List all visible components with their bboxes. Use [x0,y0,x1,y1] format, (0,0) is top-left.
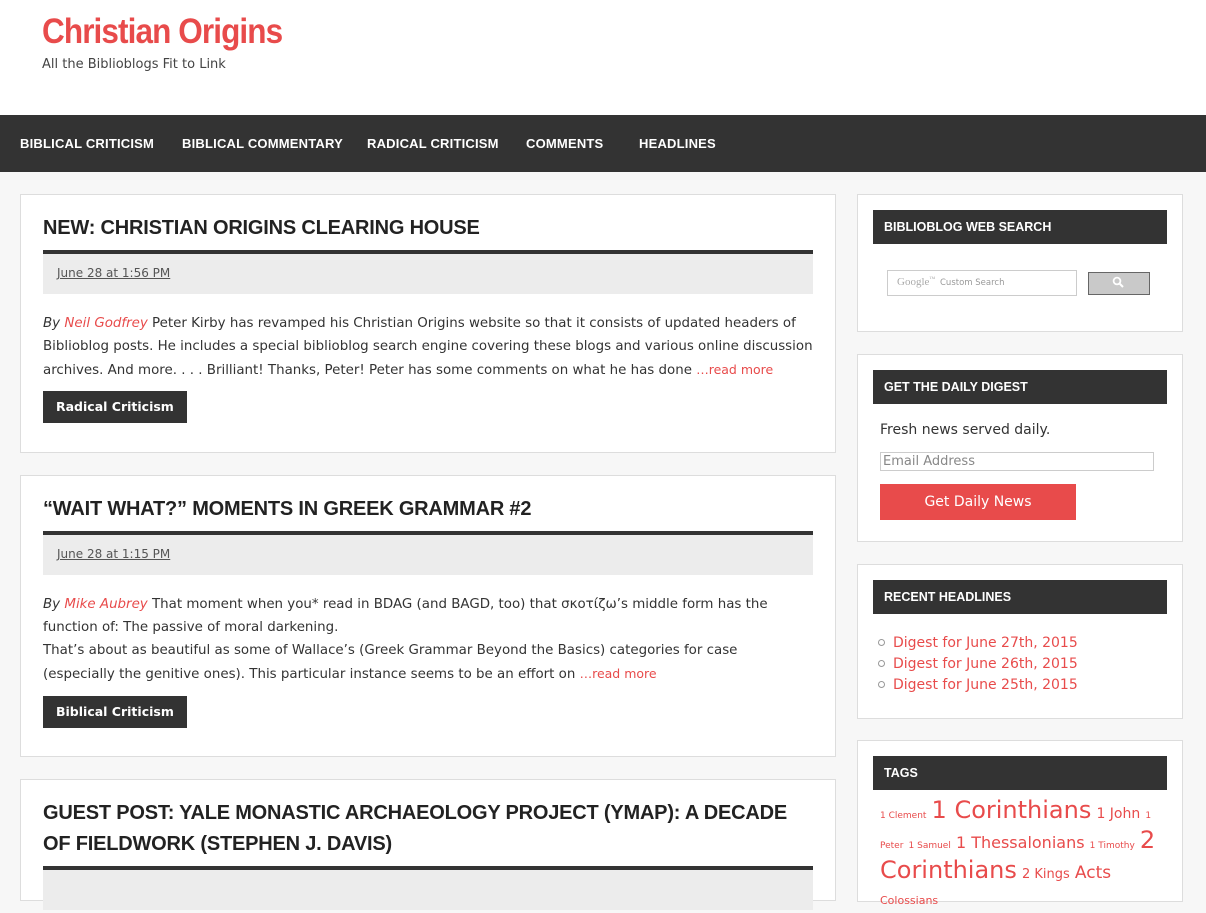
author-link[interactable]: Mike Aubrey [64,597,147,612]
nav-item-biblical-criticism[interactable]: BIBLICAL CRITICISM [20,136,154,151]
search-button[interactable] [1088,272,1150,295]
google-logo: Google™ [897,276,936,288]
tag-link[interactable]: 2 Kings [1022,867,1070,882]
bullet-icon [878,680,885,688]
main-nav: BIBLICAL CRITICISM BIBLICAL COMMENTARY R… [0,115,1206,172]
excerpt-text: That moment when you* read in BDAG (and … [43,597,768,635]
tag-link[interactable]: 1 Corinthians [932,796,1092,824]
bullet-icon [878,659,885,667]
post-date[interactable]: June 28 at 1:15 PM [57,547,170,561]
category-button[interactable]: Radical Criticism [43,391,187,423]
tag-link[interactable]: 1 Timothy [1090,841,1135,851]
email-field[interactable]: Email Address [880,452,1154,471]
nav-item-biblical-commentary[interactable]: BIBLICAL COMMENTARY [182,136,343,151]
read-more-link[interactable]: …read more [580,666,657,681]
tag-link[interactable]: Acts [1075,863,1111,883]
headline-list: Digest for June 27th, 2015 Digest for Ju… [878,633,1078,696]
author-link[interactable]: Neil Godfrey [64,316,147,331]
widget-title: BIBLIOBLOG WEB SEARCH [873,210,1167,244]
list-item[interactable]: Digest for June 26th, 2015 [878,654,1078,675]
site-title[interactable]: Christian Origins [42,12,283,52]
post-meta: June 28 at 1:56 PM [43,250,813,294]
digest-text: Fresh news served daily. [880,422,1051,438]
post-meta: June 28 at 1:15 PM [43,531,813,575]
post-excerpt: By Neil Godfrey Peter Kirby has revamped… [43,312,813,382]
post-title[interactable]: GUEST POST: YALE MONASTIC ARCHAEOLOGY PR… [43,798,813,860]
search-input[interactable]: Google™ Custom Search [887,270,1077,296]
widget-title: TAGS [873,756,1167,790]
by-label: By [43,316,61,331]
by-label: By [43,597,61,612]
headline-link[interactable]: Digest for June 25th, 2015 [893,677,1078,693]
tags-widget: TAGS 1 Clement 1 Corinthians 1 John 1 Pe… [857,740,1183,907]
digest-widget: GET THE DAILY DIGEST Fresh news served d… [857,354,1183,542]
headline-link[interactable]: Digest for June 27th, 2015 [893,635,1078,651]
post-card: GUEST POST: YALE MONASTIC ARCHAEOLOGY PR… [20,779,836,910]
widget-title: RECENT HEADLINES [873,580,1167,614]
tag-link[interactable]: Colossians [880,894,938,907]
headlines-widget: RECENT HEADLINES Digest for June 27th, 2… [857,564,1183,719]
headline-link[interactable]: Digest for June 26th, 2015 [893,656,1078,672]
nav-item-headlines[interactable]: HEADLINES [639,136,716,151]
search-icon [1112,276,1124,288]
tag-link[interactable]: 1 Clement [880,811,926,821]
post-title[interactable]: NEW: CHRISTIAN ORIGINS CLEARING HOUSE [43,213,813,244]
search-widget: BIBLIOBLOG WEB SEARCH Google™ Custom Sea… [857,194,1183,332]
tag-link[interactable]: 1 Samuel [909,841,951,851]
tag-link[interactable]: 1 Thessalonians [956,833,1085,852]
read-more-link[interactable]: …read more [696,362,773,377]
list-item[interactable]: Digest for June 25th, 2015 [878,675,1078,696]
post-excerpt: By Mike Aubrey That moment when you* rea… [43,593,813,686]
nav-item-radical-criticism[interactable]: RADICAL CRITICISM [367,136,499,151]
tag-cloud: 1 Clement 1 Corinthians 1 John 1 Peter 1… [880,798,1165,913]
search-placeholder: Custom Search [940,278,1005,288]
site-description: All the Biblioblogs Fit to Link [42,57,226,72]
post-date[interactable]: June 28 at 1:56 PM [57,266,170,280]
tag-link[interactable]: 1 John [1096,806,1140,822]
post-card: “WAIT WHAT?” MOMENTS IN GREEK GRAMMAR #2… [20,475,836,757]
widget-title: GET THE DAILY DIGEST [873,370,1167,404]
get-daily-news-button[interactable]: Get Daily News [880,484,1076,520]
bullet-icon [878,638,885,646]
list-item[interactable]: Digest for June 27th, 2015 [878,633,1078,654]
post-title[interactable]: “WAIT WHAT?” MOMENTS IN GREEK GRAMMAR #2 [43,494,813,525]
category-button[interactable]: Biblical Criticism [43,696,187,728]
site-header: Christian Origins All the Biblioblogs Fi… [0,0,1206,115]
nav-item-comments[interactable]: COMMENTS [526,136,603,151]
post-card: NEW: CHRISTIAN ORIGINS CLEARING HOUSE Ju… [20,194,836,453]
